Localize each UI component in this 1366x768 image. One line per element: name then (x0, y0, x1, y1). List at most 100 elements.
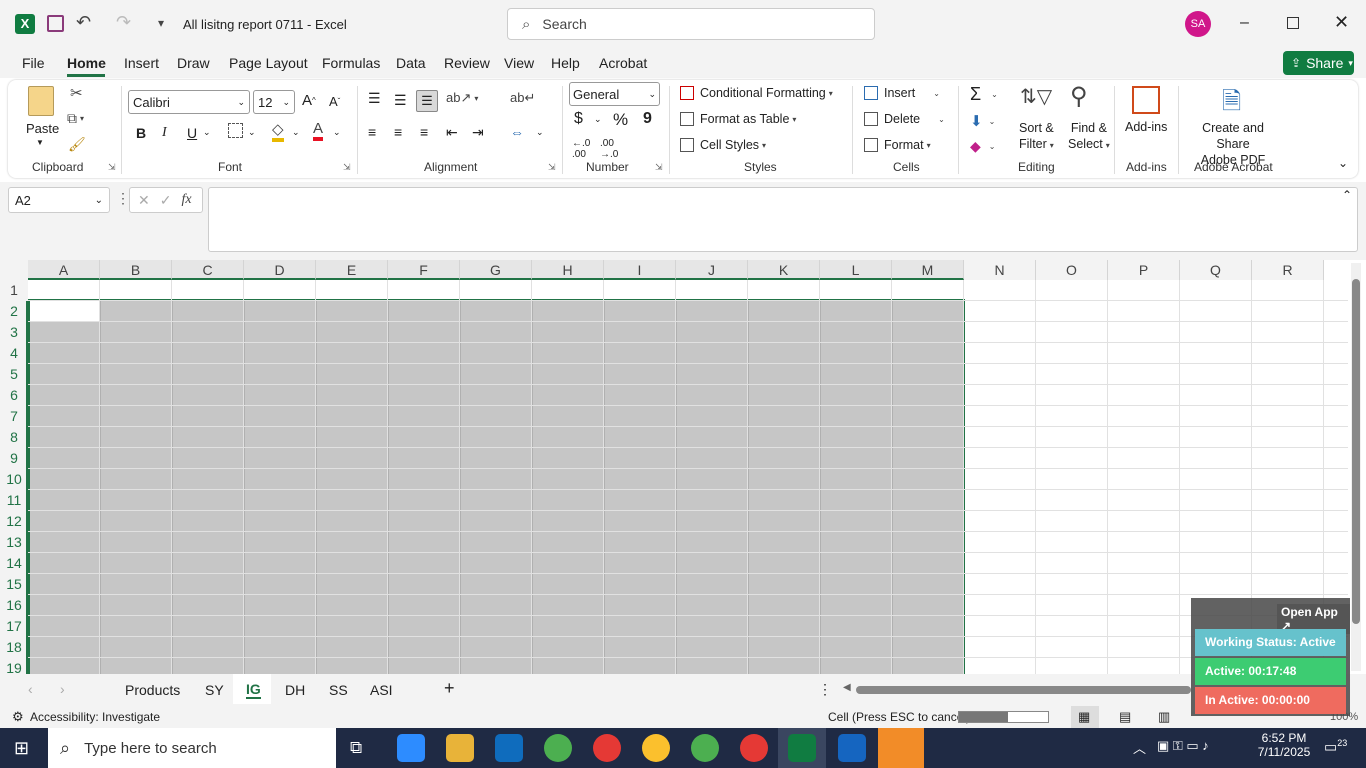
undo-icon[interactable]: ↶ (76, 12, 91, 33)
increase-decimal-icon[interactable]: ←.0.00 (572, 138, 590, 160)
font-color-icon[interactable]: A (313, 120, 324, 141)
sheet-tab-sy[interactable]: SY (205, 682, 224, 698)
selection-range[interactable] (28, 299, 965, 674)
chevron-down-icon[interactable]: ⌄ (333, 127, 341, 138)
row-header[interactable]: 8 (0, 427, 28, 448)
tab-file[interactable]: File (22, 55, 45, 71)
format-as-table-button[interactable]: Format as Table ▾ (680, 112, 796, 126)
addins-button[interactable]: Add-ins (1125, 120, 1167, 134)
paste-icon[interactable] (28, 86, 54, 116)
collapse-formula-icon[interactable]: ⌃ (1342, 188, 1352, 202)
tab-formulas[interactable]: Formulas (322, 55, 380, 71)
tray-chevron-icon[interactable]: ︿ (1133, 738, 1146, 757)
outlook-icon[interactable] (495, 734, 523, 762)
column-header[interactable]: Q (1180, 260, 1252, 280)
row-header[interactable]: 19 (0, 658, 28, 674)
column-header[interactable]: A (28, 260, 100, 280)
italic-button[interactable]: I (162, 125, 167, 141)
wrap-text-icon[interactable]: ab↵ (510, 90, 535, 106)
minimize-icon[interactable]: – (1240, 14, 1249, 32)
chrome-icon[interactable] (593, 734, 621, 762)
align-center-icon[interactable]: ≡ (394, 124, 402, 140)
chevron-down-icon[interactable]: ⌄ (536, 127, 544, 138)
addins-icon[interactable] (1132, 86, 1160, 114)
select-all-corner[interactable] (0, 260, 28, 280)
decrease-indent-icon[interactable]: ⇤ (446, 124, 458, 141)
paste-button[interactable]: Paste (26, 121, 59, 136)
tab-review[interactable]: Review (444, 55, 490, 71)
collapse-ribbon-icon[interactable]: ⌄ (1338, 156, 1348, 170)
column-header[interactable]: E (316, 260, 388, 280)
sheet-tab-ss[interactable]: SS (329, 682, 348, 698)
tab-help[interactable]: Help (551, 55, 580, 71)
percent-button[interactable]: % (613, 110, 628, 130)
column-header[interactable]: M (892, 260, 964, 280)
tab-insert[interactable]: Insert (124, 55, 159, 71)
row-header[interactable]: 18 (0, 637, 28, 658)
close-icon[interactable]: ✕ (1334, 12, 1349, 33)
prev-sheet-icon[interactable]: ‹ (28, 681, 33, 697)
align-top-icon[interactable]: ☰ (368, 90, 381, 107)
chevron-down-icon[interactable]: ⌄ (594, 114, 602, 125)
chevron-down-icon[interactable]: ▼ (36, 138, 44, 147)
share-button[interactable]: ⇪ Share ▾ (1283, 51, 1354, 75)
row-header[interactable]: 9 (0, 448, 28, 469)
tab-home[interactable]: Home (67, 55, 106, 71)
column-header[interactable]: L (820, 260, 892, 280)
vertical-scrollbar[interactable] (1351, 263, 1361, 671)
row-header[interactable]: 3 (0, 322, 28, 343)
chrome-icon[interactable] (544, 734, 572, 762)
row-header[interactable]: 7 (0, 406, 28, 427)
column-header[interactable]: G (460, 260, 532, 280)
align-middle-icon[interactable]: ☰ (394, 92, 407, 109)
insert-function-icon[interactable]: fx (181, 192, 191, 208)
launcher-icon[interactable]: ⇲ (655, 162, 663, 173)
chrome-icon[interactable] (740, 734, 768, 762)
avatar[interactable]: SA (1185, 11, 1211, 37)
column-header[interactable]: R (1252, 260, 1324, 280)
merge-center-icon[interactable]: ⇔ (510, 124, 524, 140)
autosum-icon[interactable]: Σ ⌄ (970, 84, 998, 105)
format-cells-button[interactable]: Format ▾ (864, 138, 931, 152)
column-header[interactable]: O (1036, 260, 1108, 280)
borders-icon[interactable] (228, 123, 243, 138)
sheet-tab-dh[interactable]: DH (285, 682, 305, 698)
comma-button[interactable]: 9 (643, 110, 652, 128)
column-header[interactable]: C (172, 260, 244, 280)
fill-color-icon[interactable]: ◇ (272, 120, 284, 142)
row-header[interactable]: 17 (0, 616, 28, 637)
row-header[interactable]: 6 (0, 385, 28, 406)
save-icon[interactable] (47, 15, 64, 32)
font-size-select[interactable]: 12 ⌄ (253, 90, 295, 114)
decrease-font-icon[interactable]: Aˇ (329, 94, 340, 109)
row-header[interactable]: 4 (0, 343, 28, 364)
insert-cells-button[interactable]: Insert ⌄ (864, 86, 940, 100)
row-header[interactable]: 15 (0, 574, 28, 595)
column-header[interactable]: F (388, 260, 460, 280)
add-sheet-icon[interactable]: + (444, 678, 455, 699)
font-name-select[interactable]: Calibri ⌄ (128, 90, 250, 114)
name-box[interactable]: A2 ⌄ (8, 187, 110, 213)
row-header[interactable]: 12 (0, 511, 28, 532)
row-header[interactable]: 2 (0, 301, 28, 322)
column-header[interactable]: B (100, 260, 172, 280)
more-icon[interactable]: ⋮ (116, 190, 130, 207)
tab-page-layout[interactable]: Page Layout (229, 55, 308, 71)
clear-icon[interactable]: ◆ ⌄ (970, 138, 995, 155)
notifications-icon[interactable]: ▭23 (1324, 738, 1347, 756)
search-box[interactable]: ⌕ Search (507, 8, 875, 40)
decrease-decimal-icon[interactable]: .00 →.0 (600, 138, 618, 160)
clock[interactable]: 6:52 PM 7/11/2025 (1256, 731, 1312, 759)
increase-font-icon[interactable]: A ^ (302, 92, 316, 109)
tab-draw[interactable]: Draw (177, 55, 210, 71)
sheet-tab-ig[interactable]: IG (246, 681, 261, 699)
find-select-icon[interactable]: ⚲ (1070, 82, 1088, 111)
row-header[interactable]: 13 (0, 532, 28, 553)
file-explorer-icon[interactable] (446, 734, 474, 762)
cancel-icon[interactable]: ✕ (138, 192, 150, 209)
chevron-down-icon[interactable]: ⌄ (292, 127, 300, 138)
row-header[interactable]: 11 (0, 490, 28, 511)
row-header[interactable]: 10 (0, 469, 28, 490)
column-header[interactable]: K (748, 260, 820, 280)
cell-styles-button[interactable]: Cell Styles ▾ (680, 138, 766, 152)
